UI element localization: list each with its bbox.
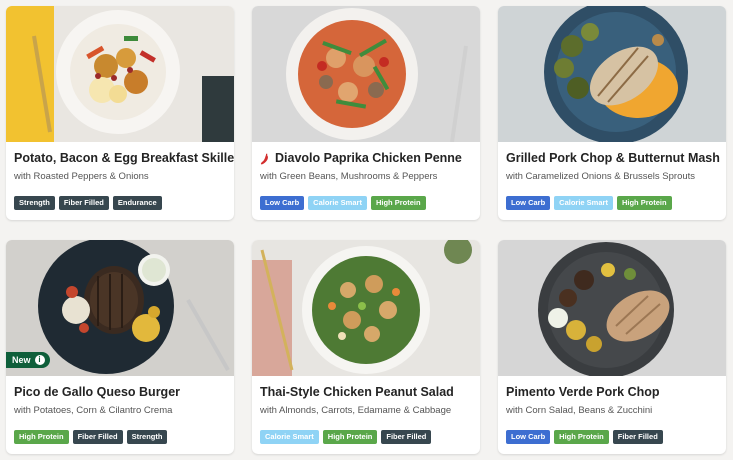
- recipe-card[interactable]: Thai-Style Chicken Peanut Salad with Alm…: [252, 240, 480, 454]
- tag-list: Calorie Smart High Protein Fiber Filled: [260, 430, 432, 444]
- new-badge-label: New: [12, 355, 31, 365]
- recipe-photo: [252, 6, 480, 142]
- recipe-subtitle: with Green Beans, Mushrooms & Peppers: [260, 171, 438, 182]
- recipe-subtitle: with Corn Salad, Beans & Zucchini: [506, 405, 653, 416]
- tag-badge: Endurance: [112, 196, 162, 210]
- recipe-photo: [498, 6, 726, 142]
- tag-badge: Fiber Filled: [58, 196, 109, 210]
- spicy-pepper-icon: [260, 153, 268, 164]
- tag-badge: Low Carb: [260, 196, 305, 210]
- tag-badge: High Protein: [14, 430, 69, 444]
- tag-badge: Low Carb: [506, 196, 551, 210]
- tag-badge: High Protein: [370, 196, 426, 210]
- tag-list: Low Carb Calorie Smart High Protein: [260, 196, 426, 210]
- recipe-subtitle: with Roasted Peppers & Onions: [14, 171, 149, 182]
- tag-badge: Calorie Smart: [308, 196, 367, 210]
- tag-badge: Fiber Filled: [72, 430, 123, 444]
- recipe-photo: [498, 240, 726, 376]
- tag-list: Low Carb High Protein Fiber Filled: [506, 430, 663, 444]
- recipe-card[interactable]: Pimento Verde Pork Chop with Corn Salad,…: [498, 240, 726, 454]
- tag-list: High Protein Fiber Filled Strength: [14, 430, 168, 444]
- tag-badge: Calorie Smart: [260, 430, 319, 444]
- tag-badge: Strength: [126, 430, 168, 444]
- tag-badge: High Protein: [554, 430, 609, 444]
- recipe-title: Pico de Gallo Queso Burger: [14, 385, 181, 399]
- recipe-photo: [252, 240, 480, 376]
- tag-badge: Strength: [14, 196, 55, 210]
- tag-badge: Low Carb: [506, 430, 551, 444]
- tag-badge: Fiber Filled: [612, 430, 663, 444]
- tag-badge: High Protein: [322, 430, 378, 444]
- tag-list: Strength Fiber Filled Endurance: [14, 196, 162, 210]
- recipe-photo: New i: [6, 240, 234, 376]
- recipe-title: Grilled Pork Chop & Butternut Mash: [506, 151, 720, 165]
- recipe-card[interactable]: Potato, Bacon & Egg Breakfast Skillet wi…: [6, 6, 234, 220]
- info-icon[interactable]: i: [34, 355, 45, 365]
- recipe-photo: [6, 6, 234, 142]
- tag-badge: High Protein: [616, 196, 672, 210]
- recipe-title: Thai-Style Chicken Peanut Salad: [260, 385, 454, 399]
- recipe-card[interactable]: Grilled Pork Chop & Butternut Mash with …: [498, 6, 726, 220]
- new-badge: New i: [6, 352, 50, 368]
- recipe-card[interactable]: New i Pico de Gallo Queso Burger with Po…: [6, 240, 234, 454]
- recipe-subtitle: with Potatoes, Corn & Cilantro Crema: [14, 405, 173, 416]
- recipe-title: Pimento Verde Pork Chop: [506, 385, 660, 399]
- recipe-title: Diavolo Paprika Chicken Penne: [260, 151, 472, 166]
- tag-badge: Calorie Smart: [554, 196, 613, 210]
- recipe-grid: Potato, Bacon & Egg Breakfast Skillet wi…: [6, 6, 726, 454]
- tag-badge: Fiber Filled: [381, 430, 432, 444]
- recipe-title: Potato, Bacon & Egg Breakfast Skillet: [14, 151, 234, 165]
- recipe-subtitle: with Caramelized Onions & Brussels Sprou…: [506, 171, 696, 182]
- recipe-subtitle: with Almonds, Carrots, Edamame & Cabbage: [260, 405, 452, 416]
- tag-list: Low Carb Calorie Smart High Protein: [506, 196, 672, 210]
- recipe-card[interactable]: Diavolo Paprika Chicken Penne with Green…: [252, 6, 480, 220]
